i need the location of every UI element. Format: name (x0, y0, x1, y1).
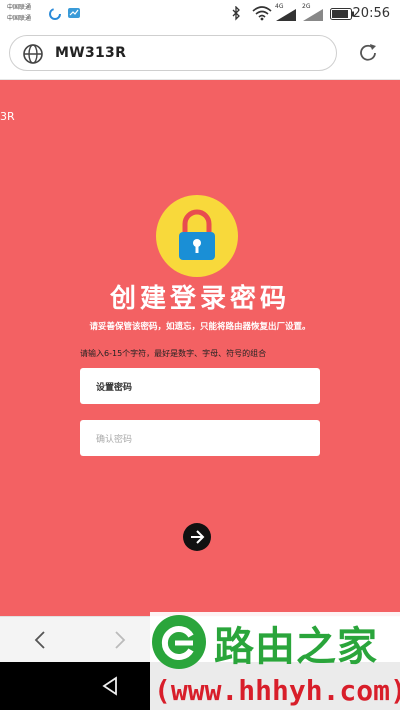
image-icon (68, 8, 80, 18)
watermark-url: (www.hhhyh.com) (154, 674, 400, 707)
password-placeholder: 设置密码 (96, 383, 133, 393)
signal-icon-2 (303, 9, 323, 21)
next-button[interactable] (183, 523, 211, 551)
sync-icon (49, 8, 61, 20)
wifi-icon (252, 6, 272, 21)
page-title: 创建登录密码 (109, 284, 290, 314)
status-bar: 中国联通 中国联通 4G 2G 20:56 (0, 0, 400, 28)
chevron-left-icon[interactable] (32, 630, 48, 650)
triangle-back-icon[interactable] (100, 676, 120, 696)
browser-address-area: MW313R (0, 28, 400, 80)
router-logo-icon (161, 626, 194, 660)
chevron-right-icon[interactable] (112, 630, 128, 650)
carrier-label-2: 中国联通 (7, 15, 32, 22)
page-title-fragment: 3R (0, 110, 15, 123)
signal-icon-1 (276, 9, 296, 21)
lock-badge (156, 195, 238, 277)
confirm-password-placeholder: 确认密码 (96, 435, 133, 445)
url-field[interactable]: MW313R (9, 35, 337, 71)
watermark-logo (152, 615, 206, 669)
carrier-label-1: 中国联通 (7, 4, 32, 11)
battery-icon (330, 8, 354, 20)
url-text: MW313R (55, 45, 127, 61)
clock: 20:56 (352, 6, 390, 21)
globe-icon (23, 44, 43, 64)
router-setup-page: 3R 创建登录密码 请妥善保管该密码，如遗忘，只能将路由器恢复出厂设置。 请输入… (0, 80, 400, 616)
confirm-password-field[interactable]: 确认密码 (80, 420, 320, 456)
reload-icon[interactable] (357, 42, 379, 64)
padlock-icon (179, 209, 215, 260)
watermark-brand: 路由之家 (214, 624, 378, 670)
password-hint: 请输入6-15个字符，最好是数字、字母、符号的组合 (80, 349, 267, 358)
page-subtitle: 请妥善保管该密码，如遗忘，只能将路由器恢复出厂设置。 (89, 322, 311, 332)
watermark: 路由之家 (www.hhhyh.com) (150, 612, 400, 710)
bluetooth-icon (232, 6, 240, 21)
password-field[interactable]: 设置密码 (80, 368, 320, 404)
arrow-right-icon (191, 530, 205, 544)
